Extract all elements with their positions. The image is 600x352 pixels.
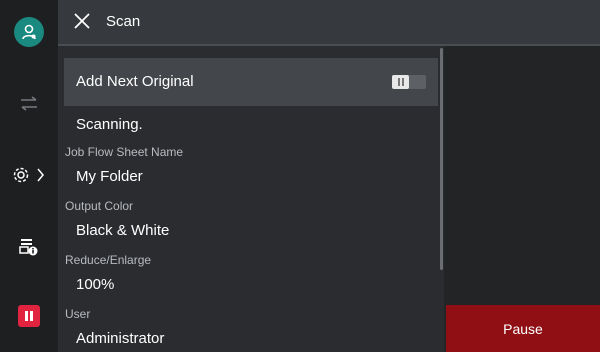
output-color-value: Black & White: [76, 222, 170, 239]
pause-button-label: Pause: [503, 320, 543, 337]
job-flow-sheet-name-label: Job Flow Sheet Name: [65, 145, 184, 159]
settings-button[interactable]: [0, 153, 58, 197]
job-status-button[interactable]: [0, 224, 58, 268]
user-label: User: [65, 307, 91, 321]
swap-button[interactable]: [0, 82, 58, 126]
reduce-enlarge-label: Reduce/Enlarge: [65, 253, 152, 267]
scan-status-panel: Add Next Original Scanning. Job Flow She…: [58, 46, 444, 352]
page-title: Scan: [106, 13, 141, 30]
add-next-original-label: Add Next Original: [76, 73, 194, 90]
close-icon[interactable]: [72, 11, 92, 31]
panel-scrollbar[interactable]: [440, 48, 443, 270]
settings-icon: [13, 167, 29, 183]
job-flow-sheet-name-value: My Folder: [76, 168, 143, 185]
pause-shortcut-button[interactable]: [0, 294, 58, 338]
user-icon: [14, 17, 44, 47]
swap-icon: [21, 96, 37, 111]
output-color-label: Output Color: [65, 199, 134, 213]
chevron-right-icon: [37, 168, 44, 182]
user-button[interactable]: [0, 10, 58, 54]
reduce-enlarge-value: 100%: [76, 276, 115, 293]
header-bar: Scan: [58, 0, 600, 46]
user-value: Administrator: [76, 330, 165, 347]
add-next-original-row[interactable]: Add Next Original: [64, 58, 438, 106]
pause-icon: [18, 305, 40, 327]
add-next-original-toggle[interactable]: [392, 75, 426, 89]
left-rail: [0, 0, 58, 352]
toggle-knob: [392, 75, 409, 89]
pause-button[interactable]: Pause: [446, 305, 600, 352]
scan-status-text: Scanning.: [76, 116, 143, 133]
printer-info-icon: [19, 239, 38, 256]
